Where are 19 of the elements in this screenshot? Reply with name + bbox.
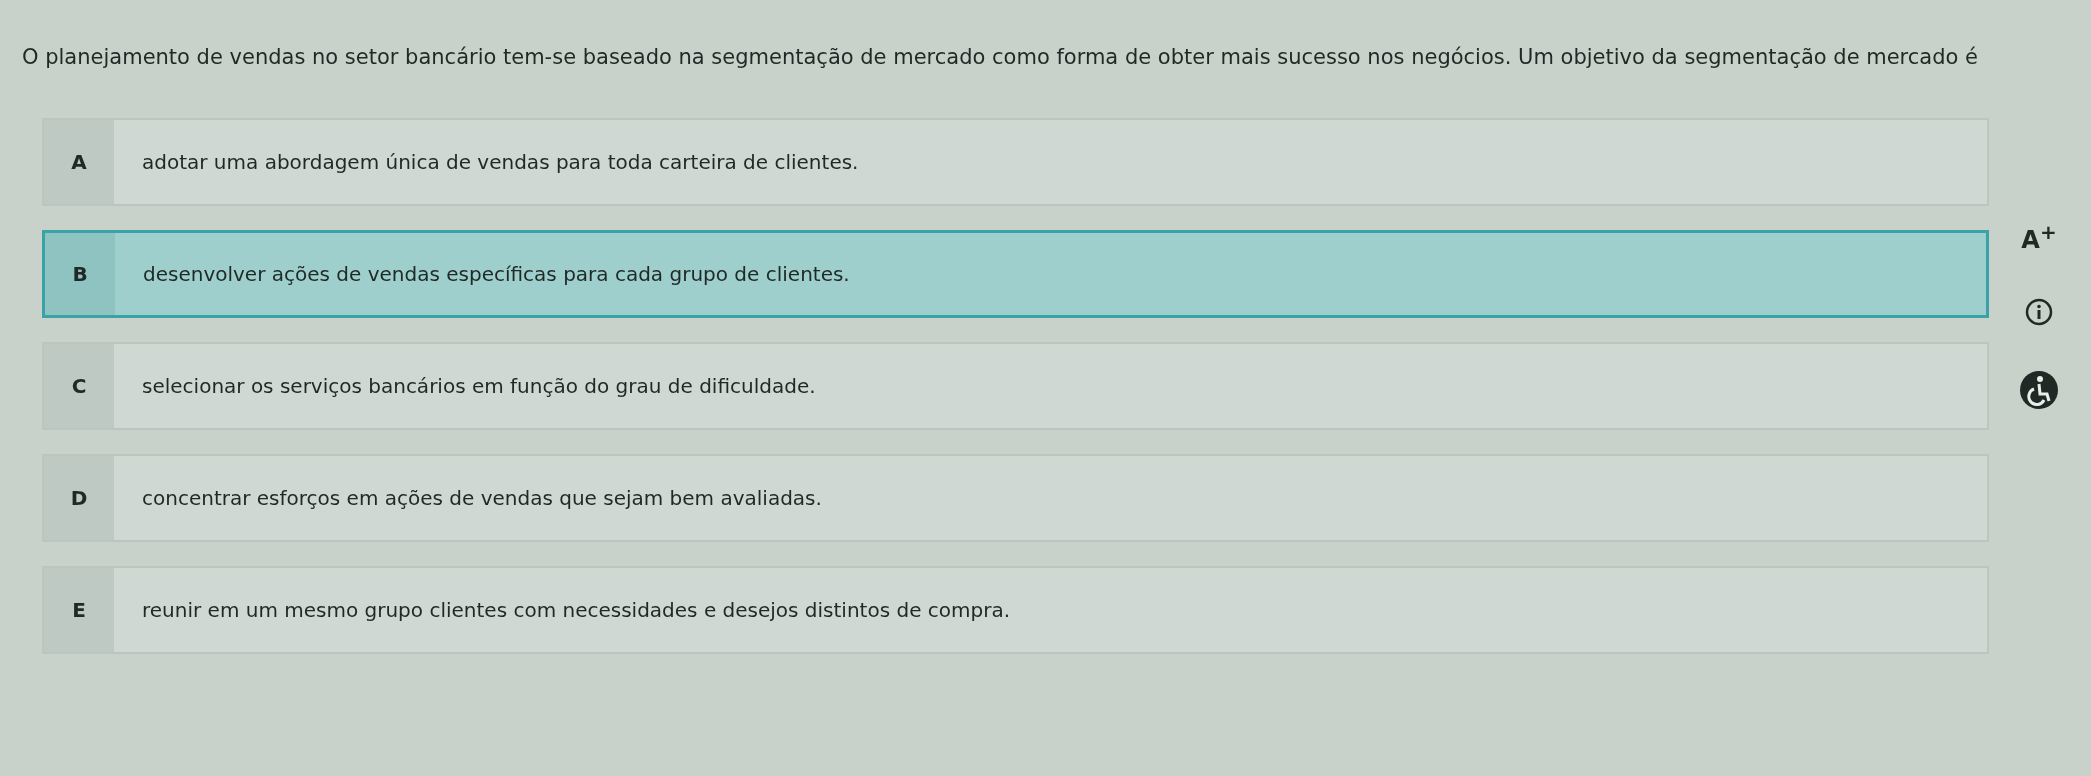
accessibility-icon[interactable] — [2019, 370, 2059, 410]
question-text: O planejamento de vendas no setor bancário tem-se baseado na segmentação de mercado como forma de obter mais sucesso nos negócios. Um objetivo da segmentação de mercado é — [22, 44, 1979, 71]
option-letter: A — [44, 120, 114, 204]
option-text: concentrar esforços em ações de vendas que sejam bem avaliadas. — [141, 486, 822, 510]
option-letter: C — [44, 344, 114, 428]
option-text: desenvolver ações de vendas específicas para cada grupo de clientes. — [142, 262, 850, 286]
font-size-button[interactable]: A$^{+}$ — [2021, 220, 2057, 254]
option-letter: B — [45, 233, 115, 315]
option-text: adotar uma abordagem única de vendas para toda carteira de clientes. — [141, 150, 859, 174]
info-icon[interactable] — [2025, 298, 2053, 326]
answer-option[interactable]: E reunir em um mesmo grupo clientes com necessidades e desejos distintos de compra. — [42, 566, 1989, 654]
answer-option[interactable]: B desenvolver ações de vendas específicas para cada grupo de clientes. — [42, 230, 1989, 318]
option-letter: E — [44, 568, 114, 652]
answer-option[interactable]: A adotar uma abordagem única de vendas para toda carteira de clientes. — [42, 118, 1989, 206]
option-text: reunir em um mesmo grupo clientes com necessidades e desejos distintos de compra. — [141, 598, 1011, 622]
answer-option[interactable]: C selecionar os serviços bancários em função do grau de dificuldade. — [42, 342, 1989, 430]
option-text: selecionar os serviços bancários em função do grau de dificuldade. — [141, 374, 816, 398]
answer-option[interactable]: D concentrar esforços em ações de vendas que sejam bem avaliadas. — [42, 454, 1989, 542]
option-letter: D — [44, 456, 114, 540]
